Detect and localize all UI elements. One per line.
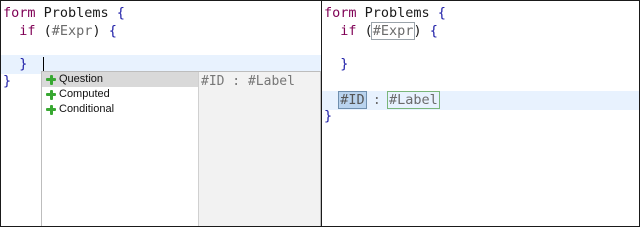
add-icon	[46, 89, 56, 100]
proposal-computed[interactable]: Computed	[42, 87, 198, 102]
form-name: Problems	[356, 5, 438, 21]
keyword-if: if	[19, 23, 36, 39]
keyword-if: if	[340, 23, 357, 39]
open-brace: {	[437, 5, 446, 21]
code-line-7: }	[322, 107, 639, 126]
keyword-form: form	[3, 5, 36, 21]
expr-placeholder[interactable]: #Expr	[370, 22, 416, 40]
add-icon	[46, 104, 56, 115]
code-line-1: form Problems {	[322, 4, 639, 23]
expr-placeholder[interactable]: #Expr	[52, 23, 93, 39]
text-caret	[43, 57, 44, 72]
open-brace: {	[116, 5, 125, 21]
close-brace-form: }	[324, 108, 333, 124]
proposal-question[interactable]: Question	[42, 72, 198, 87]
screenshot-frame: form Problems { if (#Expr) { } } Questio…	[0, 0, 640, 227]
code-line-4: }	[322, 55, 639, 74]
proposal-conditional[interactable]: Conditional	[42, 102, 198, 117]
close-brace-form: }	[3, 73, 12, 89]
proposal-preview: #ID : #Label	[199, 72, 320, 226]
close-brace-if: }	[19, 56, 28, 72]
code-line-2: if (#Expr) {	[340, 22, 438, 40]
right-editor-pane[interactable]: form Problems { if (#Expr) { } #ID : #La…	[322, 1, 639, 226]
content-assist-popup[interactable]: Question Computed Conditional #ID : #Lab…	[41, 71, 321, 226]
close-brace-if: }	[340, 56, 349, 72]
add-icon	[46, 74, 56, 85]
form-name: Problems	[35, 5, 117, 21]
left-editor-pane[interactable]: form Problems { if (#Expr) { } } Questio…	[1, 1, 322, 226]
code-line-2: if (#Expr) {	[19, 23, 117, 39]
keyword-form: form	[324, 5, 357, 21]
code-line-1: form Problems {	[1, 4, 321, 23]
proposal-list[interactable]: Question Computed Conditional	[42, 72, 199, 226]
